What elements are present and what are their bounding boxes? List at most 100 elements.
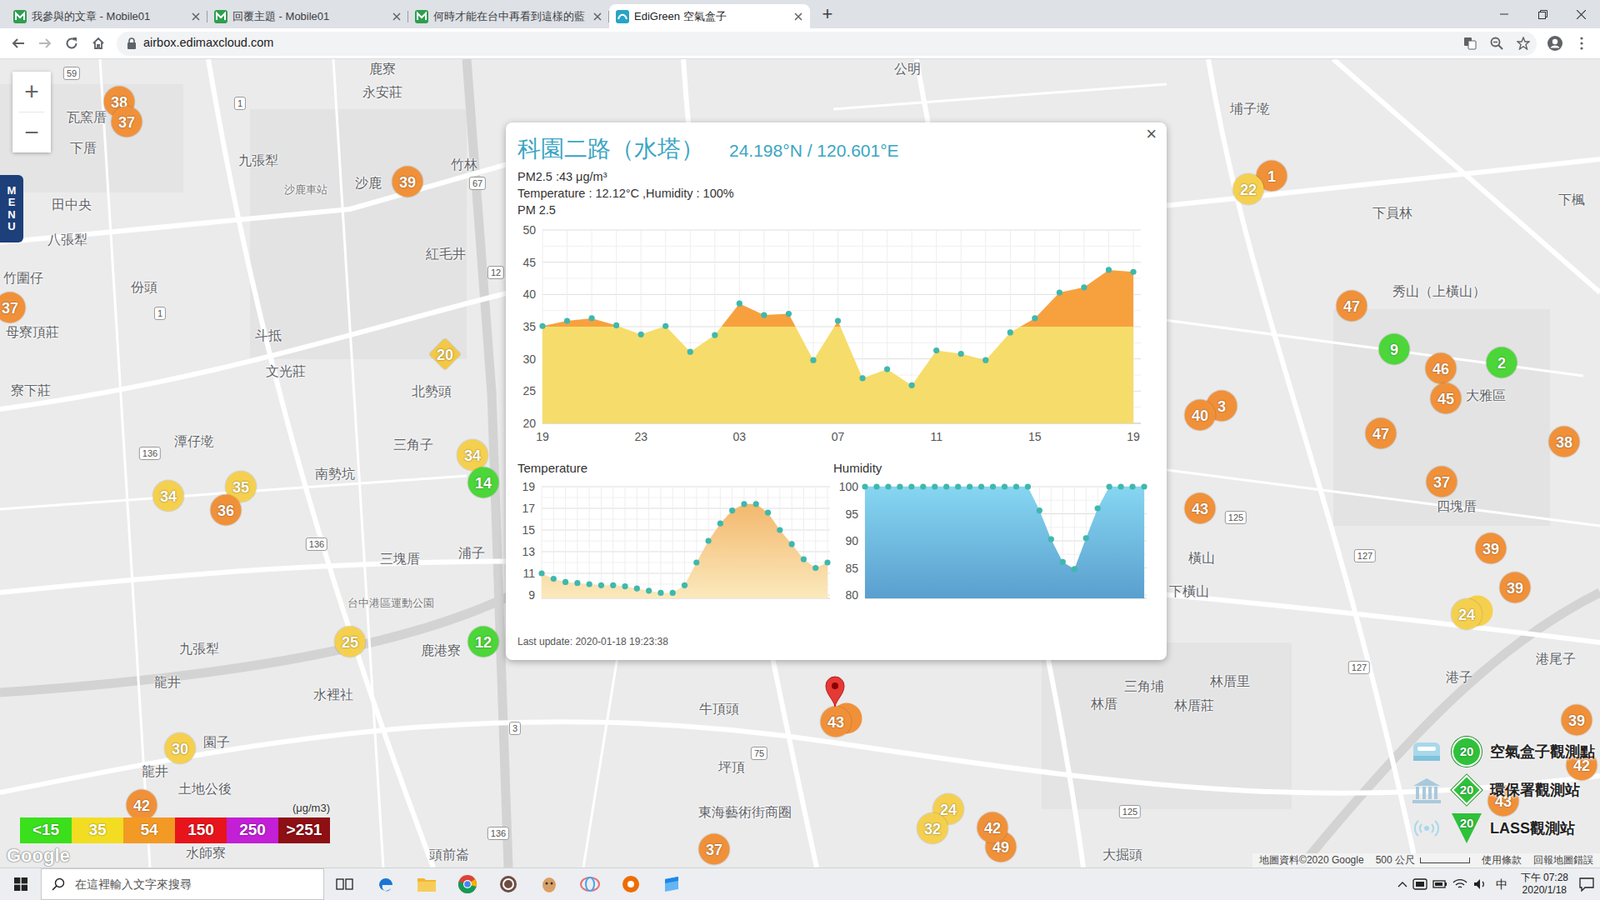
chart-point[interactable] xyxy=(896,483,903,490)
location-marker-icon[interactable] xyxy=(825,675,845,708)
map-pin[interactable]: 32 xyxy=(917,813,949,845)
map[interactable]: 鹿寮永安莊公明埔子墘瓦窯厝下厝九張犁竹林沙鹿沙鹿車站田中央下員林下楓八張犁紅毛井… xyxy=(0,59,1600,868)
close-tab-icon[interactable] xyxy=(592,11,603,22)
map-pin[interactable]: 47 xyxy=(1336,290,1368,322)
tab-label[interactable]: 何時才能在台中再看到這樣的藍 xyxy=(433,8,588,25)
chart-point[interactable] xyxy=(645,587,652,594)
chart-point[interactable] xyxy=(1080,284,1087,290)
pin-value[interactable]: 14 xyxy=(475,475,492,490)
browser-tab[interactable]: EdiGreen 空氣盒子 xyxy=(609,4,810,29)
taskbar-search[interactable] xyxy=(40,868,325,900)
pin-value[interactable]: 39 xyxy=(1482,540,1500,556)
pin-value[interactable]: 37 xyxy=(1433,474,1450,490)
app-icon[interactable] xyxy=(569,868,610,900)
pin-value[interactable]: 25 xyxy=(341,634,359,650)
pin-value[interactable]: 37 xyxy=(1,300,19,315)
home-icon[interactable] xyxy=(85,30,112,57)
chart-point[interactable] xyxy=(835,317,841,324)
chart-point[interactable] xyxy=(1105,266,1112,273)
chart-point[interactable] xyxy=(824,559,830,565)
reload-icon[interactable] xyxy=(58,30,85,57)
map-pin[interactable]: 9 xyxy=(1379,334,1410,365)
chart-point[interactable] xyxy=(931,483,938,490)
chart-point[interactable] xyxy=(943,483,950,490)
chart-point[interactable] xyxy=(1140,483,1147,490)
taskbar-search-input[interactable] xyxy=(73,875,314,895)
chart-point[interactable] xyxy=(760,311,767,318)
pin-value[interactable]: 1 xyxy=(1267,168,1276,184)
new-tab-button[interactable]: + xyxy=(815,1,840,27)
chart-point[interactable] xyxy=(765,510,771,516)
chart-point[interactable] xyxy=(1048,535,1055,542)
map-pin[interactable]: 39 xyxy=(1500,572,1531,604)
chart-point[interactable] xyxy=(586,580,593,587)
chart-point[interactable] xyxy=(598,582,605,589)
chart-point[interactable] xyxy=(958,350,965,357)
chart-point[interactable] xyxy=(1013,483,1020,490)
chart-point[interactable] xyxy=(621,583,628,590)
chart-point[interactable] xyxy=(634,585,640,592)
app-icon[interactable] xyxy=(650,868,692,900)
chart-point[interactable] xyxy=(574,580,580,586)
chart-point[interactable] xyxy=(538,570,545,576)
map-pin[interactable]: 38 xyxy=(1549,426,1580,458)
pin-value[interactable]: 42 xyxy=(984,820,1001,835)
map-pin[interactable]: 46 xyxy=(1425,353,1457,385)
chart-point[interactable] xyxy=(1036,507,1043,514)
chart-point[interactable] xyxy=(662,323,669,330)
browser-tab[interactable]: 回覆主題 - Mobile01 xyxy=(207,4,409,29)
clock[interactable]: 下午 07:28 2020/1/18 xyxy=(1515,871,1574,897)
notification-icon[interactable] xyxy=(1578,876,1595,892)
map-pin[interactable]: 39 xyxy=(392,166,424,198)
chart-point[interactable] xyxy=(885,483,891,490)
map-pin[interactable]: 14 xyxy=(468,467,500,499)
close-tab-icon[interactable] xyxy=(190,11,201,22)
chart-point[interactable] xyxy=(736,300,743,307)
tray-app-icon[interactable] xyxy=(1412,877,1428,891)
map-pin[interactable]: 47 xyxy=(1365,418,1397,450)
address-bar[interactable]: airbox.edimaxcloud.com xyxy=(116,31,1537,56)
pin-value[interactable]: 47 xyxy=(1372,425,1390,441)
tab-label[interactable]: 我參與的文章 - Mobile01 xyxy=(31,8,186,25)
app-icon[interactable] xyxy=(610,868,651,900)
pin-value[interactable]: 34 xyxy=(160,488,177,504)
map-pin[interactable]: 37 xyxy=(0,292,26,324)
pin-value[interactable]: 2 xyxy=(1497,355,1506,370)
map-pin[interactable]: 42 xyxy=(977,812,1009,844)
report-link[interactable]: 回報地圖錯誤 xyxy=(1533,854,1594,867)
tab-label[interactable]: 回覆主題 - Mobile01 xyxy=(232,8,387,25)
app-icon[interactable] xyxy=(528,868,570,900)
app-icon[interactable] xyxy=(487,868,529,900)
map-pin[interactable]: 39 xyxy=(1475,533,1507,565)
map-pin[interactable]: 30 xyxy=(165,733,196,765)
map-pin[interactable]: 43 xyxy=(820,706,852,738)
chart-point[interactable] xyxy=(859,375,865,381)
menu-dots-icon[interactable] xyxy=(1568,30,1595,57)
pin-value[interactable]: 46 xyxy=(1432,360,1450,376)
chart-point[interactable] xyxy=(920,483,926,490)
close-tab-icon[interactable] xyxy=(391,11,402,22)
map-pin[interactable]: 39 xyxy=(1561,705,1593,736)
chart-point[interactable] xyxy=(1083,535,1090,541)
chart-point[interactable] xyxy=(753,500,760,507)
chevron-up-icon[interactable] xyxy=(1397,880,1408,888)
map-pin[interactable]: 36 xyxy=(210,495,242,526)
chart-point[interactable] xyxy=(550,575,557,582)
address-text[interactable]: airbox.edimaxcloud.com xyxy=(143,34,274,53)
chart-point[interactable] xyxy=(800,556,807,563)
chart-point[interactable] xyxy=(812,565,819,571)
browser-tab[interactable]: 何時才能在台中再看到這樣的藍 xyxy=(408,4,610,29)
chart-point[interactable] xyxy=(810,357,816,364)
zoom-in-button[interactable]: + xyxy=(12,71,51,112)
pin-value[interactable]: 12 xyxy=(475,634,492,650)
close-tab-icon[interactable] xyxy=(793,11,804,22)
chart-point[interactable] xyxy=(681,582,688,589)
pin-value[interactable]: 3 xyxy=(1217,398,1226,414)
pin-value[interactable]: 42 xyxy=(133,797,150,813)
chart-point[interactable] xyxy=(776,526,783,533)
pin-value[interactable]: 42 xyxy=(1573,757,1590,773)
battery-icon[interactable] xyxy=(1432,877,1448,891)
chart-point[interactable] xyxy=(638,331,645,338)
pin-value[interactable]: 40 xyxy=(1191,407,1209,423)
popup-close-button[interactable]: × xyxy=(1142,122,1160,147)
